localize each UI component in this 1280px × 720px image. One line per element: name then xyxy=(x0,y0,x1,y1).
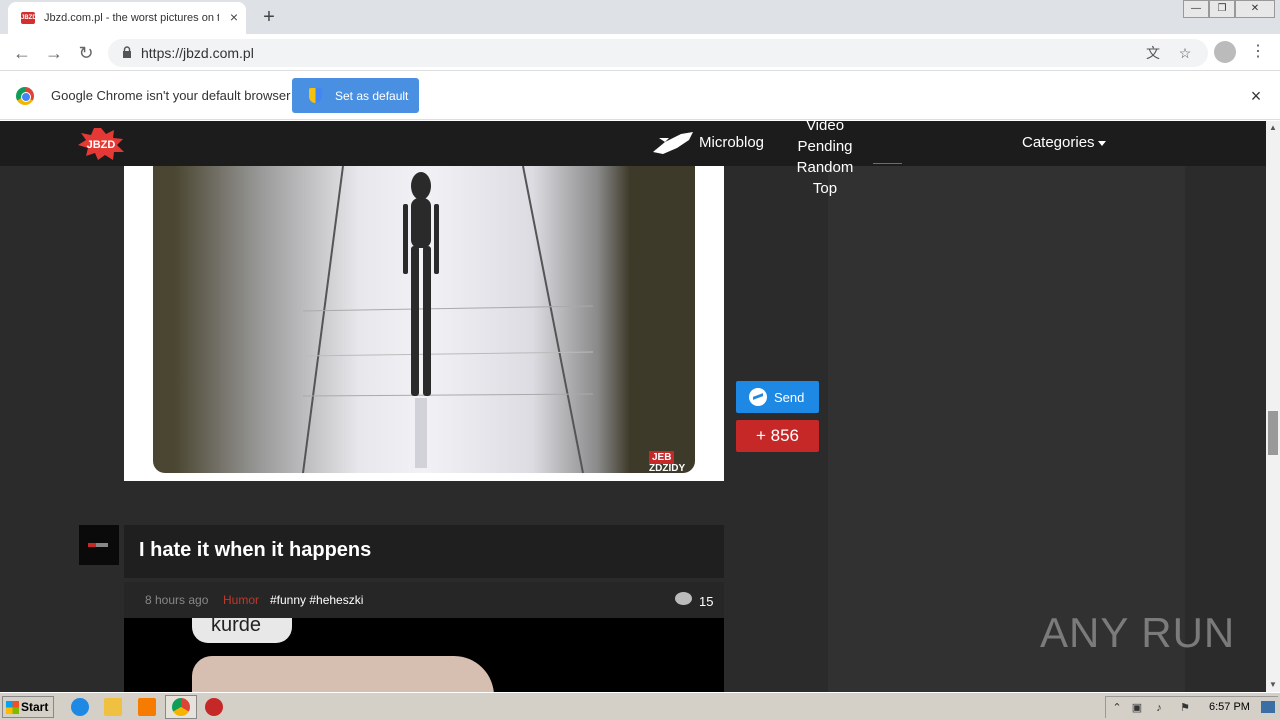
reload-icon[interactable]: ↻ xyxy=(74,41,98,65)
page-scrollbar[interactable]: ▲ ▼ xyxy=(1266,121,1280,692)
set-as-default-button[interactable]: Set as default xyxy=(292,78,419,113)
chrome-menu-icon[interactable]: ⋮ xyxy=(1248,41,1268,63)
post-image[interactable]: kurde xyxy=(124,618,724,692)
tab-close-icon[interactable]: × xyxy=(226,9,242,25)
windows-taskbar: Start ⌃ ▣ ♪ ⚑ 6:57 PM xyxy=(0,692,1280,720)
nav-active-indicator xyxy=(873,163,902,164)
close-window-button[interactable]: ✕ xyxy=(1235,0,1275,18)
send-label: Send xyxy=(774,390,805,405)
profile-avatar-icon[interactable] xyxy=(1214,41,1236,63)
caret-down-icon xyxy=(1097,140,1106,146)
flag-icon[interactable]: ⚑ xyxy=(1178,701,1192,715)
address-bar[interactable]: https://jbzd.com.pl 文 ☆ xyxy=(108,39,1208,67)
volume-icon[interactable]: ♪ xyxy=(1152,701,1166,715)
nav-random[interactable]: Random xyxy=(785,157,865,178)
show-desktop-icon[interactable] xyxy=(1261,701,1275,713)
speech-bubble: kurde xyxy=(192,618,292,643)
messenger-icon xyxy=(749,388,767,406)
chrome-logo-icon xyxy=(16,87,34,105)
browser-tab[interactable]: JBZD Jbzd.com.pl - the worst pictures on… xyxy=(8,2,246,34)
scroll-up-icon[interactable]: ▲ xyxy=(1266,121,1280,135)
nav-categories[interactable]: Categories xyxy=(1022,134,1106,151)
tab-title: Jbzd.com.pl - the worst pictures on the … xyxy=(44,12,219,24)
start-button[interactable]: Start xyxy=(2,696,54,718)
scroll-thumb[interactable] xyxy=(1268,411,1278,455)
restore-button[interactable]: ❐ xyxy=(1209,0,1235,18)
scroll-down-icon[interactable]: ▼ xyxy=(1266,678,1280,692)
post-image[interactable]: JEB ZDZIDY xyxy=(124,166,724,481)
chrome-icon xyxy=(172,698,190,716)
tray-expand-icon[interactable]: ⌃ xyxy=(1110,701,1124,715)
media-player-icon[interactable] xyxy=(138,698,156,716)
translate-icon[interactable]: 文 xyxy=(1144,44,1162,62)
page-content: JBZD Microblog Video Pending Random Top … xyxy=(0,121,1266,692)
nav-categories-label: Categories xyxy=(1022,134,1095,151)
uac-shield-icon xyxy=(309,88,322,103)
comment-count[interactable]: 15 xyxy=(699,594,713,609)
jbzd-watermark: JEB ZDZIDY xyxy=(649,451,695,473)
post-tags[interactable]: #funny #heheszki xyxy=(270,593,363,607)
messenger-send-button[interactable]: Send xyxy=(736,381,819,413)
nav-stacked-links: Video Pending Random Top xyxy=(785,121,865,199)
infobar-message: Google Chrome isn't your default browser xyxy=(51,88,291,103)
forward-icon[interactable]: → xyxy=(42,41,66,65)
opera-icon[interactable] xyxy=(205,698,223,716)
post-title-bar: I hate it when it happens xyxy=(124,525,724,578)
default-browser-infobar: Google Chrome isn't your default browser… xyxy=(0,72,1280,120)
infobar-close-icon[interactable]: × xyxy=(1246,86,1266,106)
back-icon[interactable]: ← xyxy=(10,41,34,65)
bookmark-star-icon[interactable]: ☆ xyxy=(1176,44,1194,62)
lock-icon xyxy=(123,46,131,58)
network-icon[interactable]: ▣ xyxy=(1130,701,1144,715)
post-title[interactable]: I hate it when it happens xyxy=(139,539,371,562)
author-avatar[interactable] xyxy=(79,525,119,565)
post-time: 8 hours ago xyxy=(145,593,209,607)
minimize-button[interactable]: — xyxy=(1183,0,1209,18)
windows-logo-icon xyxy=(6,701,19,714)
file-explorer-icon[interactable] xyxy=(104,698,122,716)
tab-strip: JBZD Jbzd.com.pl - the worst pictures on… xyxy=(0,0,1280,34)
url-text: https://jbzd.com.pl xyxy=(141,45,254,61)
upvote-button[interactable]: + 856 xyxy=(736,420,819,452)
comment-icon[interactable] xyxy=(675,592,692,605)
post-category-link[interactable]: Humor xyxy=(223,593,259,607)
site-navbar: JBZD Microblog Video Pending Random Top … xyxy=(0,121,1266,197)
system-tray: ⌃ ▣ ♪ ⚑ 6:57 PM xyxy=(1105,696,1278,718)
internet-explorer-icon[interactable] xyxy=(71,698,89,716)
post-photo xyxy=(192,656,494,692)
nav-video[interactable]: Video xyxy=(785,121,865,136)
nav-pending[interactable]: Pending xyxy=(785,136,865,157)
nav-top[interactable]: Top xyxy=(785,178,865,199)
alien-figure xyxy=(302,166,594,473)
jbzd-logo[interactable]: JBZD xyxy=(78,128,124,160)
set-as-default-label: Set as default xyxy=(335,89,409,103)
logo-text: JBZD xyxy=(87,139,116,151)
browser-toolbar: ← → ↻ https://jbzd.com.pl 文 ☆ ⋮ xyxy=(0,34,1280,71)
new-tab-button[interactable]: + xyxy=(258,6,280,28)
rocket-icon xyxy=(653,132,693,154)
bubble-text: kurde xyxy=(211,618,262,636)
post-meta: 8 hours ago Humor #funny #heheszki 15 xyxy=(124,582,724,618)
clock[interactable]: 6:57 PM xyxy=(1209,701,1250,713)
start-label: Start xyxy=(21,700,49,714)
nav-microblog[interactable]: Microblog xyxy=(699,134,764,151)
jbzd-favicon-icon: JBZD xyxy=(21,12,37,24)
post-photo: JEB ZDZIDY xyxy=(153,166,695,473)
anyrun-watermark: ANY RUN xyxy=(1040,609,1236,656)
watermark-right: ZDZIDY xyxy=(649,463,686,473)
taskbar-chrome-active[interactable] xyxy=(165,695,197,719)
